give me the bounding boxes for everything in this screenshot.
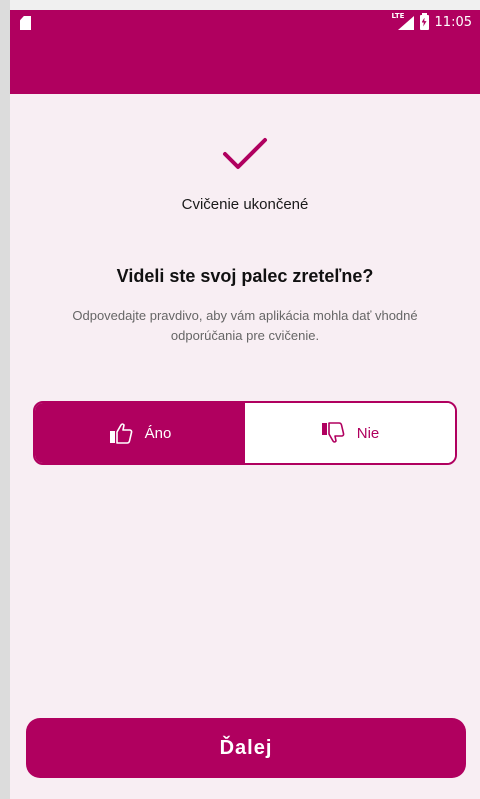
charging-bolt [421,17,427,27]
lte-signal-icon: LTE [392,12,414,30]
status-time: 11:05 [434,14,472,30]
question-title: Videli ste svoj palec zreteľne? [116,266,374,286]
answer-toggle: Áno Nie [33,401,457,465]
question-hint: Odpovedajte pravdivo, aby vám aplikácia … [72,308,418,343]
signal-bars [397,16,414,30]
no-option-label: Nie [356,424,380,442]
status-bar: LTE 11:05 [10,10,480,38]
yes-option-button[interactable]: Áno [35,403,245,463]
battery-charging-icon [419,12,429,30]
no-option-button[interactable]: Nie [245,403,455,463]
thumbs-down-icon [321,422,345,443]
status-icons: LTE 11:05 [392,12,472,30]
app-screen: LTE 11:05 Cvičenie ukončené Videli ste s… [10,10,480,799]
checkmark-icon [223,138,267,169]
top-frame [10,0,480,10]
app-bar: LTE 11:05 [10,10,480,94]
thumbs-up-icon [109,423,133,444]
sd-card-icon [20,16,31,30]
yes-option-label: Áno [144,424,172,442]
exercise-finished-label: Cvičenie ukončené [181,196,309,213]
next-button[interactable]: Ďalej [26,718,466,778]
left-frame [0,0,10,799]
